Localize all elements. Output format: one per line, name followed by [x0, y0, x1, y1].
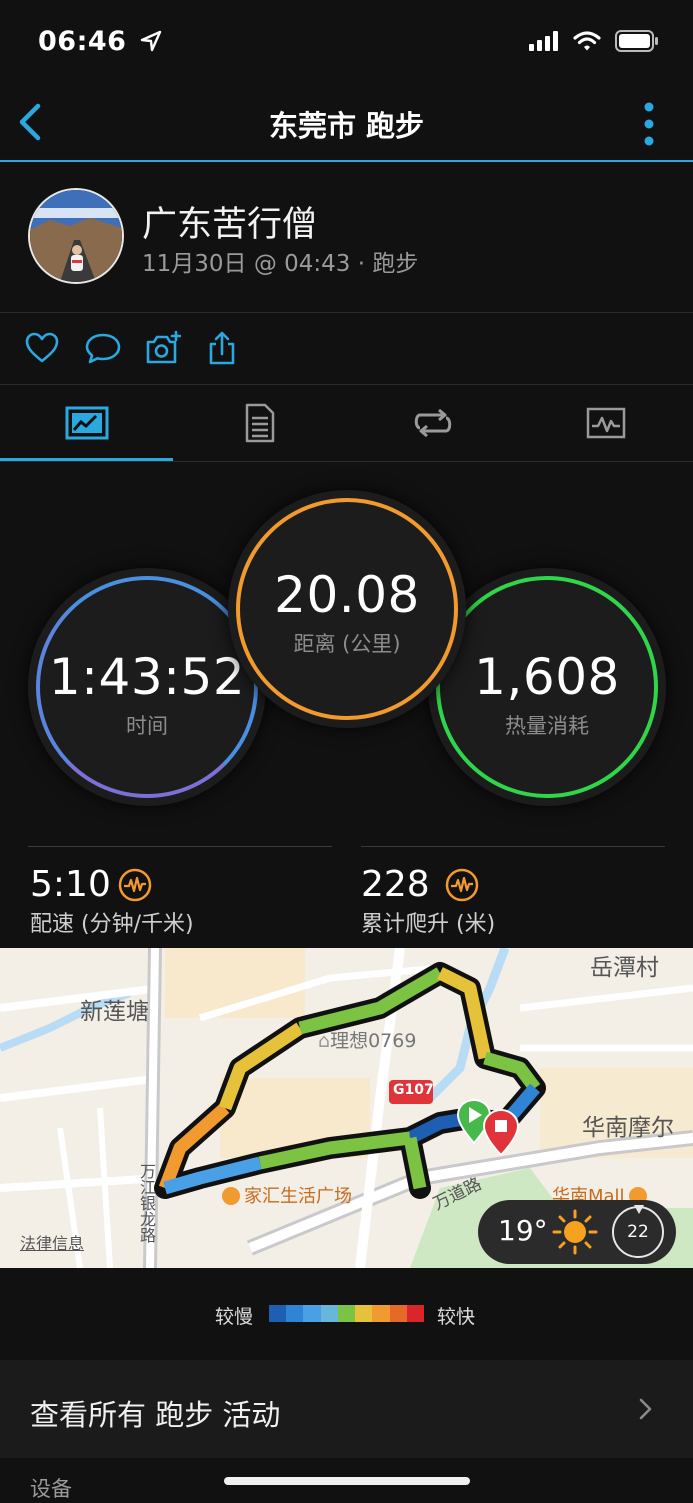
- battery-icon: [615, 30, 658, 52]
- map-label-xinliantang: 新莲塘: [80, 999, 149, 1025]
- pace-label: 配速 (分钟/千米): [30, 912, 194, 937]
- map-label-wanjiang: 万江银龙路: [137, 1163, 156, 1243]
- wind-direction-icon: [634, 1205, 644, 1214]
- sun-icon: [552, 1209, 598, 1255]
- legend-fast-label: 较快: [437, 1306, 476, 1328]
- avatar-photo: [30, 190, 122, 282]
- signal-icon: [529, 31, 558, 51]
- map-label-lixiang: ⌂理想0769: [318, 1026, 416, 1053]
- user-name[interactable]: 广东苦行僧: [142, 196, 317, 247]
- status-time: 06:46: [38, 26, 162, 57]
- legend-swatch: [303, 1305, 321, 1322]
- summary-icon: [65, 406, 108, 440]
- ascent-label: 累计爬升 (米): [361, 912, 496, 937]
- weather-widget[interactable]: 19° 22: [478, 1200, 676, 1264]
- laps-icon: [414, 409, 451, 437]
- weather-temp: 19°: [498, 1214, 548, 1247]
- distance-value: 20.08: [274, 566, 420, 624]
- poi-house-icon: ⌂: [318, 1030, 331, 1052]
- avatar[interactable]: [28, 188, 124, 284]
- legend-swatch: [337, 1305, 356, 1322]
- ascent-value: 228: [361, 864, 430, 905]
- document-icon: [245, 403, 274, 443]
- status-time-text: 06:46: [38, 26, 127, 57]
- pace-value: 5:10: [30, 864, 111, 905]
- divider: [0, 461, 693, 462]
- page-title: 东莞市 跑步: [268, 109, 425, 143]
- home-indicator[interactable]: [224, 1477, 470, 1485]
- map-label-yuetan: 岳潭村: [590, 955, 659, 981]
- legend-swatch: [355, 1305, 373, 1322]
- legend-swatch: [286, 1305, 304, 1322]
- legend-swatch: [320, 1305, 338, 1322]
- legend-swatch: [269, 1305, 287, 1322]
- tab-laps[interactable]: [346, 385, 519, 461]
- comment-icon[interactable]: [85, 330, 121, 366]
- divider: [361, 846, 665, 847]
- time-ring: 1:43:52 时间: [36, 576, 258, 798]
- map-label-jiahui: 家汇生活广场: [222, 1182, 352, 1208]
- pulse-icon[interactable]: [445, 868, 479, 902]
- time-label: 时间: [126, 714, 168, 738]
- legend-swatch: [372, 1305, 390, 1322]
- legal-info-link[interactable]: 法律信息: [20, 1230, 84, 1254]
- location-arrow-icon: [141, 30, 162, 52]
- map-label-lixiang-text: 理想0769: [330, 1030, 417, 1052]
- nav-divider: [0, 160, 693, 162]
- calories-value: 1,608: [474, 648, 620, 706]
- wind-speed: 22: [627, 1222, 649, 1242]
- activity-date: 11月30日 @ 04:43 · 跑步: [142, 251, 419, 277]
- status-icons: [529, 30, 659, 52]
- pulse-icon[interactable]: [118, 868, 152, 902]
- tab-charts[interactable]: [519, 385, 692, 461]
- wind-compass: 22: [612, 1205, 664, 1258]
- highway-badge-g107: G107: [393, 1082, 434, 1098]
- time-value: 1:43:52: [48, 648, 246, 706]
- pace-color-legend: [269, 1305, 424, 1322]
- share-icon[interactable]: [204, 330, 240, 366]
- legend-swatch: [406, 1305, 424, 1322]
- tab-summary[interactable]: [0, 385, 173, 461]
- legend-swatch: [389, 1305, 407, 1322]
- legend-slow-label: 较慢: [215, 1306, 254, 1328]
- all-activities-label: 查看所有 跑步 活动: [30, 1398, 281, 1432]
- chart-icon: [586, 407, 625, 439]
- distance-ring: 20.08 距离 (公里): [236, 498, 458, 720]
- tab-details[interactable]: [173, 385, 346, 461]
- more-vertical-icon[interactable]: [643, 102, 655, 146]
- heart-icon[interactable]: [24, 330, 60, 366]
- map-label-jiahui-text: 家汇生活广场: [244, 1186, 352, 1207]
- divider: [28, 846, 332, 847]
- camera-add-icon[interactable]: [145, 330, 181, 366]
- wifi-icon: [573, 31, 601, 51]
- finish-marker-icon[interactable]: [482, 1108, 520, 1156]
- distance-label: 距离 (公里): [293, 632, 401, 656]
- divider: [0, 312, 693, 313]
- calories-ring: 1,608 热量消耗: [436, 576, 658, 798]
- shopping-bag-icon: [222, 1187, 240, 1205]
- chevron-right-icon: [639, 1398, 652, 1420]
- devices-section-label: 设备: [30, 1477, 72, 1501]
- map-label-huanan: 华南摩尔: [582, 1115, 674, 1141]
- calories-label: 热量消耗: [505, 714, 589, 738]
